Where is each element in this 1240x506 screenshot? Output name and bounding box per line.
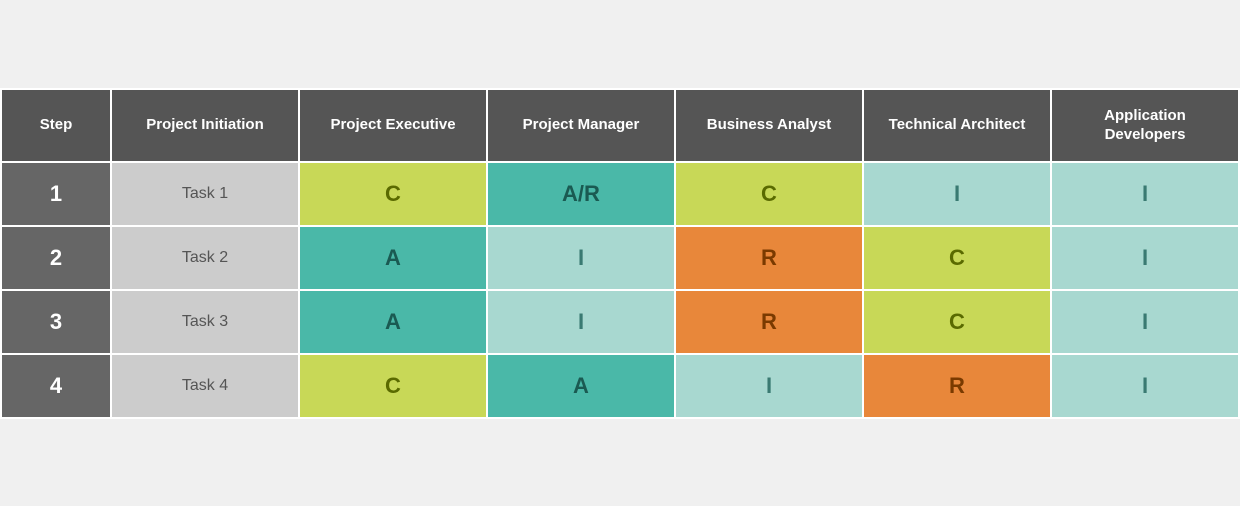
step-cell-4: 4	[1, 354, 111, 418]
application-developers-cell-row-3: I	[1051, 290, 1239, 354]
header-technical-architect: Technical Architect	[863, 89, 1051, 162]
technical-architect-cell-row-2: C	[863, 226, 1051, 290]
business-analyst-cell-row-2: R	[675, 226, 863, 290]
task-cell-2: Task 2	[111, 226, 299, 290]
technical-architect-cell-row-3: C	[863, 290, 1051, 354]
project-manager-cell-row-2: I	[487, 226, 675, 290]
technical-architect-cell-row-1: I	[863, 162, 1051, 226]
step-cell-1: 1	[1, 162, 111, 226]
project-executive-cell-row-1: C	[299, 162, 487, 226]
technical-architect-cell-row-4: R	[863, 354, 1051, 418]
header-project-manager: Project Manager	[487, 89, 675, 162]
header-application-developers: Application Developers	[1051, 89, 1239, 162]
raci-matrix: Step Project Initiation Project Executiv…	[0, 88, 1240, 419]
business-analyst-cell-row-4: I	[675, 354, 863, 418]
project-executive-cell-row-2: A	[299, 226, 487, 290]
application-developers-cell-row-1: I	[1051, 162, 1239, 226]
task-cell-1: Task 1	[111, 162, 299, 226]
header-step: Step	[1, 89, 111, 162]
application-developers-cell-row-4: I	[1051, 354, 1239, 418]
header-project-initiation: Project Initiation	[111, 89, 299, 162]
task-cell-3: Task 3	[111, 290, 299, 354]
project-manager-cell-row-1: A/R	[487, 162, 675, 226]
step-cell-2: 2	[1, 226, 111, 290]
task-cell-4: Task 4	[111, 354, 299, 418]
application-developers-cell-row-2: I	[1051, 226, 1239, 290]
project-executive-cell-row-4: C	[299, 354, 487, 418]
header-project-executive: Project Executive	[299, 89, 487, 162]
business-analyst-cell-row-1: C	[675, 162, 863, 226]
business-analyst-cell-row-3: R	[675, 290, 863, 354]
header-business-analyst: Business Analyst	[675, 89, 863, 162]
project-manager-cell-row-4: A	[487, 354, 675, 418]
project-executive-cell-row-3: A	[299, 290, 487, 354]
step-cell-3: 3	[1, 290, 111, 354]
project-manager-cell-row-3: I	[487, 290, 675, 354]
